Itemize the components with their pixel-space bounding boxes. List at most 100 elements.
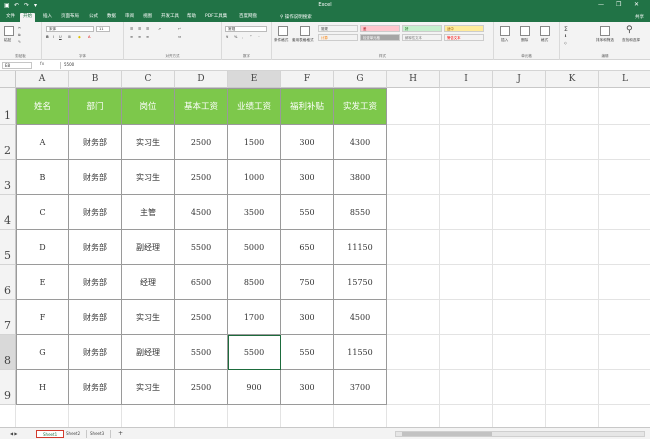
column-header-l[interactable]: L [599, 71, 650, 88]
table-header-cell[interactable]: 业绩工资 [228, 88, 281, 125]
table-cell[interactable]: 4300 [334, 125, 387, 160]
style-calculation[interactable]: 计算 [318, 34, 358, 41]
table-cell[interactable]: 8500 [228, 265, 281, 300]
decrease-decimal-icon[interactable]: ⁻ [258, 35, 260, 39]
table-cell[interactable]: 1500 [228, 125, 281, 160]
table-cell[interactable]: 财务部 [69, 265, 122, 300]
font-name-select[interactable]: 宋体 [46, 26, 94, 32]
find-select-button[interactable]: 查找和选择 [622, 38, 640, 43]
tab-view[interactable]: 视图 [140, 13, 155, 22]
table-cell[interactable]: 3700 [334, 370, 387, 405]
table-cell[interactable]: 1700 [228, 300, 281, 335]
table-cell[interactable]: 副经理 [122, 230, 175, 265]
align-right-icon[interactable]: ≡ [146, 35, 149, 39]
copy-icon[interactable]: ⧉ [18, 33, 21, 37]
table-cell[interactable]: 750 [281, 265, 334, 300]
table-cell[interactable]: D [16, 230, 69, 265]
table-cell[interactable]: C [16, 195, 69, 230]
format-painter-icon[interactable]: ✎ [18, 40, 21, 44]
table-cell[interactable]: 5500 [228, 335, 281, 370]
wrap-text-icon[interactable]: ↵ [178, 27, 181, 31]
bold-icon[interactable]: B [46, 35, 49, 39]
font-color-icon[interactable]: A [88, 35, 90, 39]
tab-page-layout[interactable]: 页面布局 [58, 13, 82, 22]
conditional-format-icon[interactable] [278, 26, 288, 36]
table-cell[interactable]: 实习生 [122, 300, 175, 335]
row-header-8[interactable]: 8 [0, 335, 16, 370]
sheet-tab-sheet3[interactable]: Sheet3 [84, 430, 112, 438]
table-cell[interactable]: 财务部 [69, 195, 122, 230]
insert-cells-icon[interactable] [500, 26, 510, 36]
increase-decimal-icon[interactable]: ⁺ [250, 35, 252, 39]
table-cell[interactable]: 主管 [122, 195, 175, 230]
currency-icon[interactable]: ¥ [226, 35, 228, 39]
horizontal-scrollbar[interactable] [395, 431, 645, 437]
style-warning[interactable]: 警告文本 [444, 34, 484, 41]
fill-color-icon[interactable]: ◆ [78, 35, 81, 39]
formula-input[interactable]: 5500 [60, 62, 646, 69]
table-cell[interactable]: 550 [281, 195, 334, 230]
style-normal[interactable]: 常规 [318, 25, 358, 32]
style-check-cell[interactable]: 检查单元格 [360, 34, 400, 41]
table-cell[interactable]: E [16, 265, 69, 300]
table-header-cell[interactable]: 福利补贴 [281, 88, 334, 125]
tab-baidu-netdisk[interactable]: 百度网盘 [236, 13, 260, 22]
table-cell[interactable]: 经理 [122, 265, 175, 300]
align-bottom-icon[interactable]: ☰ [146, 27, 149, 31]
column-header-j[interactable]: J [493, 71, 546, 88]
column-header-g[interactable]: G [334, 71, 387, 88]
table-cell[interactable]: 6500 [175, 265, 228, 300]
column-header-c[interactable]: C [122, 71, 175, 88]
tab-review[interactable]: 审阅 [122, 13, 137, 22]
sort-filter-icon[interactable] [600, 26, 610, 36]
table-cell[interactable]: 900 [228, 370, 281, 405]
format-as-table-icon[interactable] [300, 26, 310, 36]
table-cell[interactable]: 550 [281, 335, 334, 370]
table-cell[interactable]: 2500 [175, 160, 228, 195]
tab-insert[interactable]: 插入 [40, 13, 55, 22]
table-cell[interactable]: 300 [281, 125, 334, 160]
share-button[interactable]: 共享 [635, 14, 644, 20]
format-cells-button[interactable]: 格式 [541, 38, 548, 43]
close-button[interactable]: ✕ [634, 1, 639, 8]
table-cell[interactable]: 300 [281, 160, 334, 195]
column-header-a[interactable]: A [16, 71, 69, 88]
table-header-cell[interactable]: 岗位 [122, 88, 175, 125]
table-cell[interactable]: 实习生 [122, 125, 175, 160]
underline-icon[interactable]: U [59, 35, 62, 39]
name-box[interactable]: E8 [2, 62, 32, 69]
add-sheet-button[interactable]: + [112, 430, 129, 438]
table-cell[interactable]: 财务部 [69, 335, 122, 370]
table-cell[interactable]: 5500 [175, 335, 228, 370]
align-center-icon[interactable]: ≡ [138, 35, 141, 39]
sort-filter-button[interactable]: 排序和筛选 [596, 38, 614, 43]
insert-cells-button[interactable]: 插入 [501, 38, 508, 43]
column-header-f[interactable]: F [281, 71, 334, 88]
border-icon[interactable]: ⊞ [68, 35, 71, 39]
table-cell[interactable]: 300 [281, 300, 334, 335]
style-neutral[interactable]: 适中 [444, 25, 484, 32]
table-cell[interactable]: 2500 [175, 125, 228, 160]
table-header-cell[interactable]: 姓名 [16, 88, 69, 125]
table-cell[interactable]: G [16, 335, 69, 370]
table-cell[interactable]: 财务部 [69, 160, 122, 195]
delete-cells-icon[interactable] [520, 26, 530, 36]
delete-cells-button[interactable]: 删除 [521, 38, 528, 43]
table-cell[interactable]: 实习生 [122, 370, 175, 405]
italic-icon[interactable]: I [53, 35, 54, 39]
tab-home[interactable]: 开始 [20, 13, 35, 22]
align-top-icon[interactable]: ☰ [130, 27, 133, 31]
table-cell[interactable]: 财务部 [69, 125, 122, 160]
fill-icon[interactable]: ⬇ [564, 34, 567, 38]
find-select-icon[interactable]: ⚲ [626, 25, 633, 35]
table-cell[interactable]: 实习生 [122, 160, 175, 195]
percent-icon[interactable]: % [234, 35, 237, 39]
row-header-1[interactable]: 1 [0, 88, 16, 125]
table-cell[interactable]: 15750 [334, 265, 387, 300]
table-cell[interactable]: 3500 [228, 195, 281, 230]
align-middle-icon[interactable]: ☰ [138, 27, 141, 31]
clear-icon[interactable]: ◇ [564, 41, 567, 45]
minimize-button[interactable]: — [598, 1, 604, 8]
tab-help[interactable]: 帮助 [184, 13, 199, 22]
style-bad[interactable]: 差 [360, 25, 400, 32]
